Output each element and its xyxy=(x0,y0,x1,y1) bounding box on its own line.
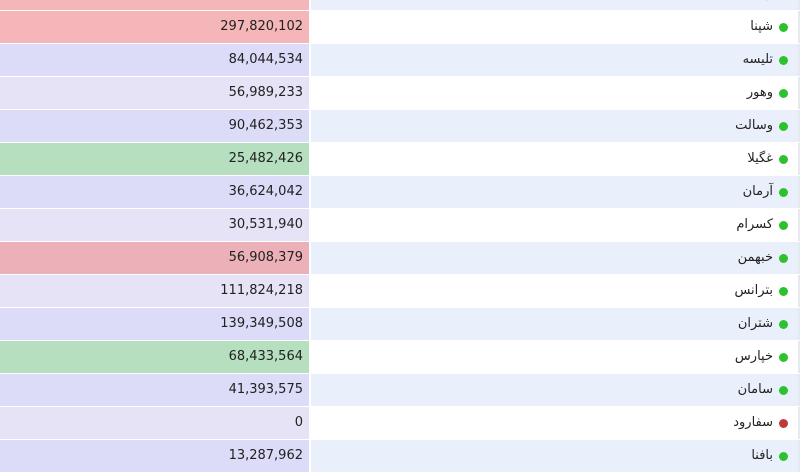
table-row[interactable]: 0 سفارود xyxy=(0,407,800,440)
symbol-name: سامان xyxy=(737,382,773,397)
value-cell: 56,908,379 xyxy=(0,242,310,274)
status-dot-icon xyxy=(779,352,788,362)
symbol-name: غگیلا xyxy=(747,151,773,166)
symbol-cell[interactable]: خپارس xyxy=(311,341,800,373)
symbol-cell[interactable]: وهور xyxy=(311,77,800,109)
symbol-cell[interactable]: غگیلا xyxy=(311,143,800,175)
table-row[interactable]: 25,482,426 غگیلا xyxy=(0,143,800,176)
symbol-name: خپارس xyxy=(734,349,773,364)
status-dot-icon xyxy=(779,154,788,164)
value-cell: 90,462,353 xyxy=(0,110,310,142)
symbol-cell[interactable]: تلیسه xyxy=(311,44,800,76)
status-dot-icon xyxy=(779,385,788,395)
table-row[interactable]: 68,433,564 خپارس xyxy=(0,341,800,374)
table-row[interactable]: 297,820,102 شپنا xyxy=(0,11,800,44)
value-cell: 84,044,534 xyxy=(0,44,310,76)
symbol-cell[interactable]: سفارود xyxy=(311,407,800,439)
status-dot-icon xyxy=(779,286,788,296)
symbol-name: بافنا xyxy=(751,448,773,463)
table-row[interactable]: 56,989,233 وهور xyxy=(0,77,800,110)
status-dot-icon xyxy=(779,418,788,428)
symbol-cell[interactable]: بترانس xyxy=(311,275,800,307)
symbol-cell[interactable]: شپنا xyxy=(311,11,800,43)
table-row[interactable]: 132,137,104 وپارس xyxy=(0,0,800,11)
status-dot-icon xyxy=(779,319,788,329)
table-row[interactable]: 139,349,508 شتران xyxy=(0,308,800,341)
symbol-name: بترانس xyxy=(734,283,773,298)
table-row[interactable]: 41,393,575 سامان xyxy=(0,374,800,407)
symbol-cell[interactable]: بافنا xyxy=(311,440,800,472)
symbol-cell[interactable]: شتران xyxy=(311,308,800,340)
table-row[interactable]: 84,044,534 تلیسه xyxy=(0,44,800,77)
table-row[interactable]: 111,824,218 بترانس xyxy=(0,275,800,308)
symbol-name: وهور xyxy=(746,85,773,100)
symbol-name: وسالت xyxy=(735,118,773,133)
status-dot-icon xyxy=(779,253,788,263)
value-cell: 56,989,233 xyxy=(0,77,310,109)
value-cell: 41,393,575 xyxy=(0,374,310,406)
status-dot-icon xyxy=(779,55,788,65)
value-cell: 0 xyxy=(0,407,310,439)
status-dot-icon xyxy=(779,451,788,461)
symbol-name: کسرام xyxy=(736,217,773,232)
symbol-cell[interactable]: خبهمن xyxy=(311,242,800,274)
value-cell: 25,482,426 xyxy=(0,143,310,175)
table-row[interactable]: 56,908,379 خبهمن xyxy=(0,242,800,275)
value-cell: 36,624,042 xyxy=(0,176,310,208)
symbol-cell[interactable]: وسالت xyxy=(311,110,800,142)
value-cell: 30,531,940 xyxy=(0,209,310,241)
value-cell: 139,349,508 xyxy=(0,308,310,340)
status-dot-icon xyxy=(779,187,788,197)
symbol-name: آرمان xyxy=(742,184,773,199)
symbol-cell[interactable]: کسرام xyxy=(311,209,800,241)
value-cell: 132,137,104 xyxy=(0,0,310,10)
status-dot-icon xyxy=(779,88,788,98)
value-cell: 13,287,962 xyxy=(0,440,310,472)
value-cell: 111,824,218 xyxy=(0,275,310,307)
status-dot-icon xyxy=(779,22,788,32)
table-row[interactable]: 13,287,962 بافنا xyxy=(0,440,800,473)
status-dot-icon xyxy=(779,121,788,131)
symbol-cell[interactable]: آرمان xyxy=(311,176,800,208)
symbol-name: شتران xyxy=(737,316,773,331)
symbol-name: خبهمن xyxy=(737,250,773,265)
status-dot-icon xyxy=(779,220,788,230)
table-row[interactable]: 36,624,042 آرمان xyxy=(0,176,800,209)
symbol-name: تلیسه xyxy=(742,52,773,67)
symbol-name: شپنا xyxy=(750,19,773,34)
table-row[interactable]: 30,531,940 کسرام xyxy=(0,209,800,242)
table-row[interactable]: 90,462,353 وسالت xyxy=(0,110,800,143)
value-cell: 297,820,102 xyxy=(0,11,310,43)
symbol-value-table: 132,137,104 وپارس 297,820,102 شپنا 84,044,53… xyxy=(0,0,800,473)
symbol-cell[interactable]: وپارس xyxy=(311,0,800,10)
symbol-cell[interactable]: سامان xyxy=(311,374,800,406)
symbol-name: وپارس xyxy=(737,0,773,1)
value-cell: 68,433,564 xyxy=(0,341,310,373)
symbol-name: سفارود xyxy=(733,415,773,430)
